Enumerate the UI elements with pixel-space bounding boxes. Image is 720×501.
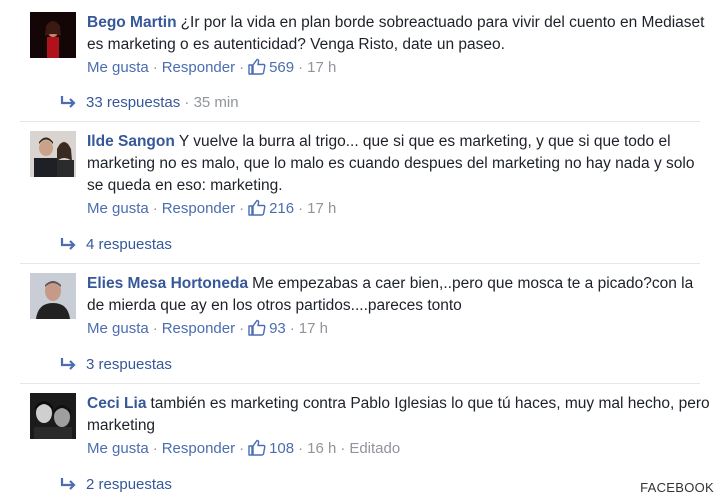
comment-text: ¿Ir por la vida en plan borde sobreactua… <box>87 14 705 53</box>
comment-author[interactable]: Ilde Sangon <box>87 133 175 150</box>
divider <box>20 121 700 122</box>
divider <box>20 263 700 264</box>
comment-author[interactable]: Ceci Lia <box>87 395 146 412</box>
avatar[interactable] <box>30 273 76 319</box>
comment-text: Y vuelve la burra al trigo... que si que… <box>87 133 695 194</box>
avatar-image <box>30 273 76 319</box>
view-replies-link[interactable]: 3 respuestas <box>60 356 172 375</box>
comment-actions: Me gusta · Responder · 569 · 17 h <box>87 58 710 81</box>
thumbs-up-icon <box>248 58 266 81</box>
reply-button[interactable]: Responder <box>162 200 235 217</box>
reply-button[interactable]: Responder <box>162 320 235 337</box>
comment-actions: Me gusta · Responder · 108 · 16 h · Editado <box>87 439 710 462</box>
avatar[interactable] <box>30 131 76 177</box>
view-replies-link[interactable]: 2 respuestas <box>60 476 172 495</box>
avatar[interactable] <box>30 12 76 58</box>
comment-text: también es marketing contra Pablo Iglesi… <box>87 395 710 434</box>
comment-author[interactable]: Elies Mesa Hortoneda <box>87 275 248 292</box>
reply-button[interactable]: Responder <box>162 59 235 76</box>
like-count[interactable]: 93 <box>269 320 286 337</box>
thumbs-up-icon <box>248 199 266 222</box>
like-count[interactable]: 216 <box>269 200 294 217</box>
divider <box>20 383 700 384</box>
replies-time: 35 min <box>193 94 239 111</box>
watermark: FACEBOOK <box>640 480 714 495</box>
reply-arrow-icon <box>60 237 78 255</box>
replies-count[interactable]: 2 respuestas <box>86 476 172 493</box>
comment-time[interactable]: 16 h <box>307 440 336 457</box>
replies-count[interactable]: 4 respuestas <box>86 236 172 253</box>
comment-author[interactable]: Bego Martin <box>87 14 177 31</box>
view-replies-link[interactable]: 33 respuestas · 35 min <box>60 94 239 113</box>
reply-arrow-icon <box>60 357 78 375</box>
thumbs-up-icon <box>248 439 266 462</box>
comment-actions: Me gusta · Responder · 216 · 17 h <box>87 199 710 222</box>
comment-time[interactable]: 17 h <box>299 320 328 337</box>
like-count[interactable]: 569 <box>269 59 294 76</box>
like-button[interactable]: Me gusta <box>87 200 149 217</box>
like-count[interactable]: 108 <box>269 440 294 457</box>
replies-count[interactable]: 33 respuestas <box>86 94 180 111</box>
view-replies-link[interactable]: 4 respuestas <box>60 236 172 255</box>
reply-button[interactable]: Responder <box>162 440 235 457</box>
reply-arrow-icon <box>60 95 78 113</box>
avatar[interactable] <box>30 393 76 439</box>
reply-arrow-icon <box>60 477 78 495</box>
replies-count[interactable]: 3 respuestas <box>86 356 172 373</box>
thumbs-up-icon <box>248 319 266 342</box>
comment-time[interactable]: 17 h <box>307 59 336 76</box>
like-button[interactable]: Me gusta <box>87 59 149 76</box>
like-button[interactable]: Me gusta <box>87 320 149 337</box>
avatar-image <box>30 12 76 58</box>
avatar-image <box>30 393 76 439</box>
avatar-image <box>30 131 76 177</box>
edited-label[interactable]: Editado <box>349 440 400 457</box>
comment-time[interactable]: 17 h <box>307 200 336 217</box>
like-button[interactable]: Me gusta <box>87 440 149 457</box>
comment-actions: Me gusta · Responder · 93 · 17 h <box>87 319 710 342</box>
